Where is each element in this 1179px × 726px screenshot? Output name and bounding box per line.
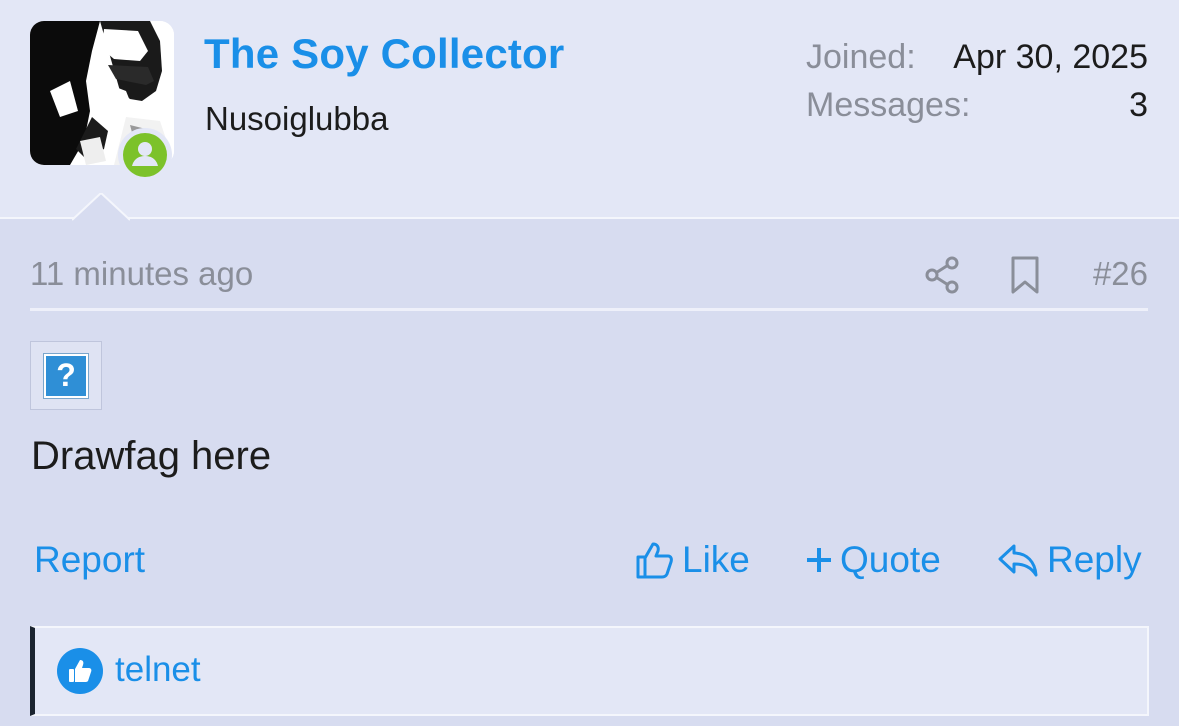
messages-value: 3 xyxy=(1129,85,1148,124)
like-reaction-icon xyxy=(57,648,103,694)
reply-icon xyxy=(998,544,1038,577)
quote-button[interactable]: Quote xyxy=(804,536,941,584)
online-status-icon xyxy=(118,128,172,182)
broken-image-glyph: ? xyxy=(43,352,89,399)
user-stats: Joined: Apr 30, 2025 Messages: 3 xyxy=(806,33,1148,129)
user-title: Nusoiglubba xyxy=(205,100,389,137)
messages-label: Messages: xyxy=(806,85,971,124)
reply-label: Reply xyxy=(1047,539,1142,580)
plus-icon xyxy=(807,548,831,572)
report-label: Report xyxy=(34,539,146,580)
reactions-bar[interactable]: telnet xyxy=(30,626,1149,716)
like-label: Like xyxy=(682,539,750,580)
post-meta: 11 minutes ago #26 xyxy=(30,255,1148,311)
broken-image[interactable]: ? xyxy=(30,341,102,410)
bookmark-icon[interactable] xyxy=(1008,255,1042,295)
username-link[interactable]: The Soy Collector xyxy=(204,30,564,78)
quote-label: Quote xyxy=(840,539,941,580)
joined-label: Joined: xyxy=(806,37,916,76)
user-header: The Soy Collector Nusoiglubba Joined: Ap… xyxy=(0,0,1179,219)
post-time[interactable]: 11 minutes ago xyxy=(30,255,253,293)
messages-row: Messages: 3 xyxy=(806,81,1148,129)
joined-value: Apr 30, 2025 xyxy=(953,37,1148,76)
share-icon[interactable] xyxy=(923,255,963,295)
like-button[interactable]: Like xyxy=(634,536,750,584)
report-button[interactable]: Report xyxy=(34,536,145,584)
post-number[interactable]: #26 xyxy=(1093,255,1148,293)
post-body: Drawfag here xyxy=(31,434,272,478)
reply-button[interactable]: Reply xyxy=(997,536,1142,584)
joined-row: Joined: Apr 30, 2025 xyxy=(806,33,1148,81)
reaction-user-link[interactable]: telnet xyxy=(115,650,201,690)
thumbs-up-icon xyxy=(636,542,673,579)
header-caret xyxy=(72,193,130,221)
